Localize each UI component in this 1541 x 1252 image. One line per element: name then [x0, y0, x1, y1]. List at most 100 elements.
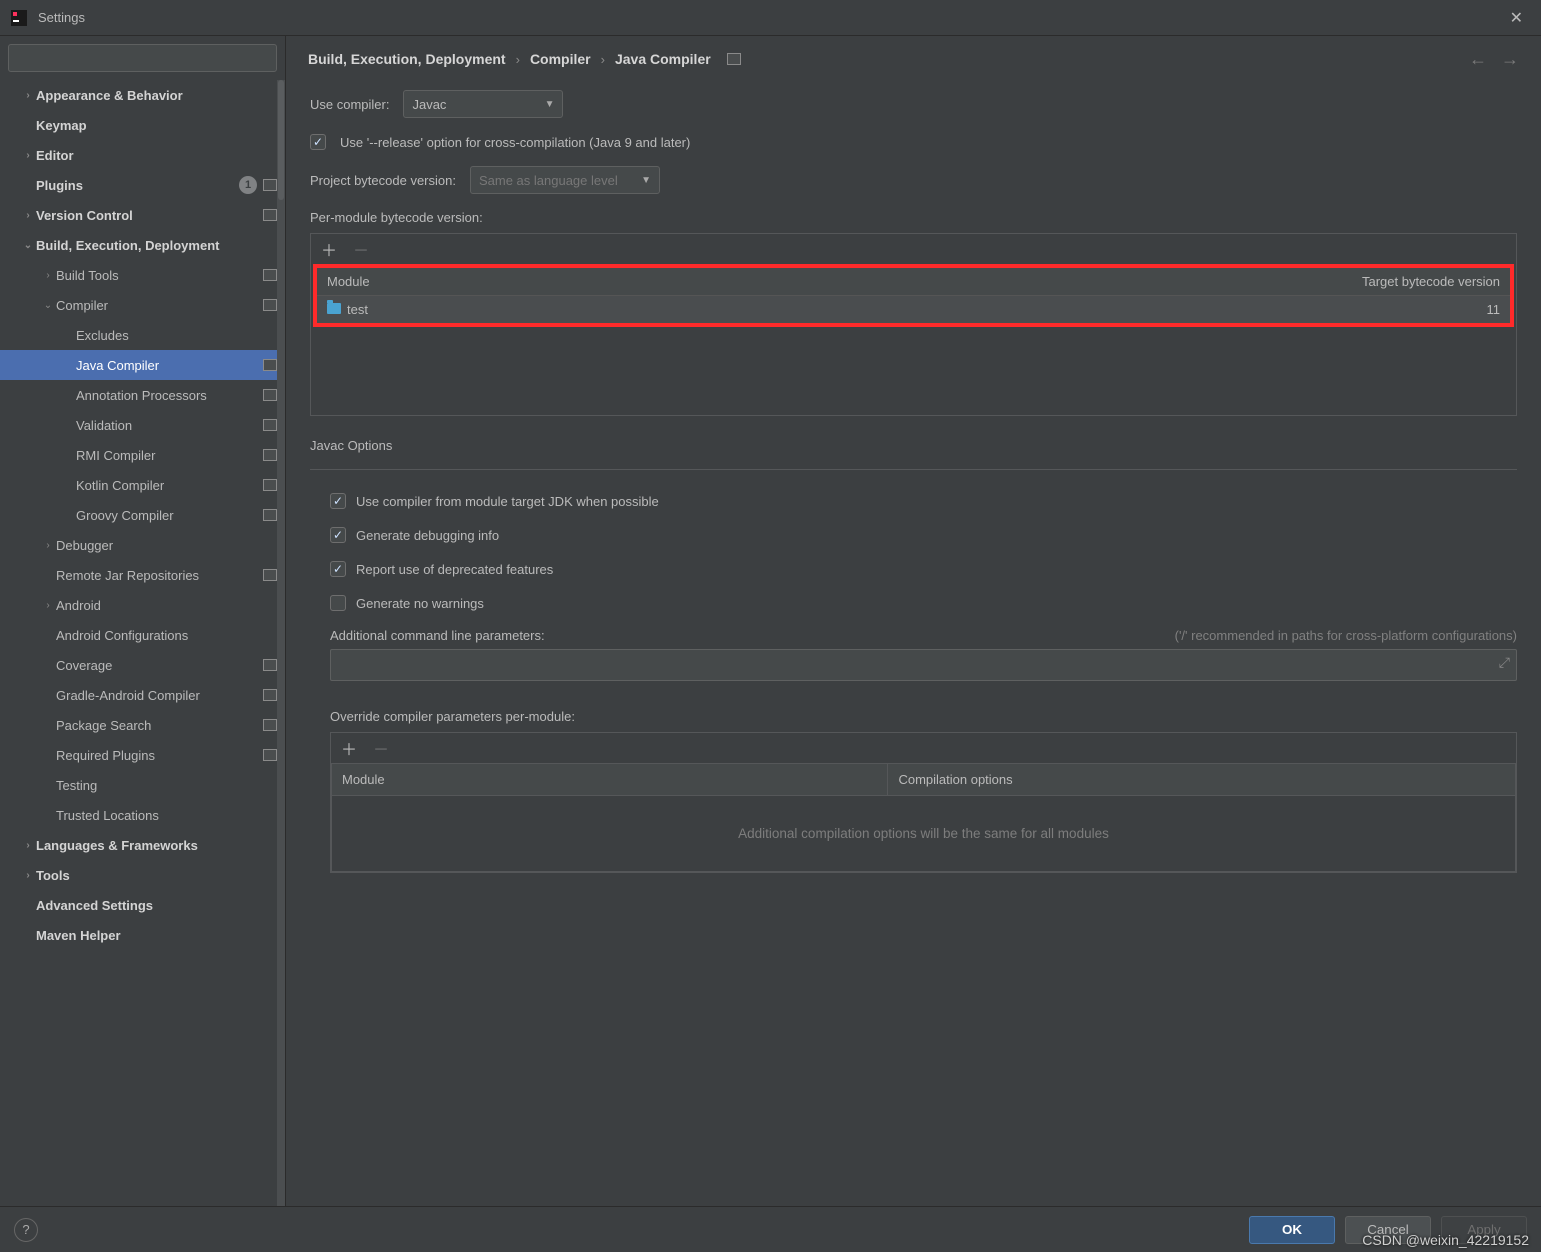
sidebar-item[interactable]: RMI Compiler	[0, 440, 285, 470]
sidebar-item[interactable]: Package Search	[0, 710, 285, 740]
sidebar-item[interactable]: Groovy Compiler	[0, 500, 285, 530]
use-compiler-label: Use compiler:	[310, 97, 389, 112]
opt-no-warnings-label: Generate no warnings	[356, 596, 484, 611]
add-override-button[interactable]: ＋	[341, 736, 357, 760]
sidebar-item[interactable]: ›Debugger	[0, 530, 285, 560]
settings-tree[interactable]: ›Appearance & BehaviorKeymap›EditorPlugi…	[0, 80, 285, 1206]
sidebar-item[interactable]: Maven Helper	[0, 920, 285, 950]
back-icon[interactable]: ←	[1469, 49, 1487, 70]
sidebar-item[interactable]: ›Editor	[0, 140, 285, 170]
per-module-label: Per-module bytecode version:	[310, 210, 1517, 225]
addl-params-input[interactable]: ⤢	[330, 649, 1517, 681]
project-bytecode-label: Project bytecode version:	[310, 173, 456, 188]
sidebar-item[interactable]: Plugins1	[0, 170, 285, 200]
sidebar-item[interactable]: Gradle-Android Compiler	[0, 680, 285, 710]
close-icon[interactable]: ✕	[1502, 4, 1531, 32]
remove-module-button[interactable]: －	[353, 237, 369, 261]
sidebar-item-label: Validation	[76, 418, 132, 433]
opt-debug-info-checkbox[interactable]	[330, 527, 346, 543]
chevron-icon: ›	[20, 840, 36, 851]
crumb-2[interactable]: Compiler	[530, 51, 591, 67]
sidebar-item-label: Package Search	[56, 718, 151, 733]
addl-params-hint: ('/' recommended in paths for cross-plat…	[1175, 628, 1517, 643]
scope-icon	[263, 389, 277, 401]
opt-no-warnings-checkbox[interactable]	[330, 595, 346, 611]
sidebar-item-label: Required Plugins	[56, 748, 155, 763]
table-row[interactable]: test 11	[317, 296, 1510, 324]
override-col-options: Compilation options	[888, 764, 1516, 796]
scope-icon	[263, 659, 277, 671]
chevron-down-icon: ▼	[641, 175, 651, 186]
sidebar-item[interactable]: Kotlin Compiler	[0, 470, 285, 500]
sidebar-item[interactable]: Testing	[0, 770, 285, 800]
sidebar-item[interactable]: ›Tools	[0, 860, 285, 890]
help-button[interactable]: ?	[14, 1218, 38, 1242]
sidebar-item[interactable]: Required Plugins	[0, 740, 285, 770]
sidebar-item[interactable]: Android Configurations	[0, 620, 285, 650]
opt-module-jdk-label: Use compiler from module target JDK when…	[356, 494, 659, 509]
chevron-icon: ⌄	[20, 240, 36, 251]
sidebar-item[interactable]: Coverage	[0, 650, 285, 680]
forward-icon[interactable]: →	[1501, 49, 1519, 70]
sidebar-item-label: Gradle-Android Compiler	[56, 688, 200, 703]
sidebar-item-label: Annotation Processors	[76, 388, 207, 403]
scope-icon	[263, 719, 277, 731]
sidebar-item-label: Android	[56, 598, 101, 613]
use-compiler-value: Javac	[412, 97, 446, 112]
sidebar-item[interactable]: ›Languages & Frameworks	[0, 830, 285, 860]
project-bytecode-combo[interactable]: Same as language level ▼	[470, 166, 660, 194]
sidebar-item[interactable]: Keymap	[0, 110, 285, 140]
update-badge: 1	[239, 176, 257, 194]
add-module-button[interactable]: ＋	[321, 237, 337, 261]
sidebar-item[interactable]: ⌄Compiler	[0, 290, 285, 320]
chevron-icon: ›	[40, 600, 56, 611]
sidebar-item-label: Kotlin Compiler	[76, 478, 164, 493]
expand-icon[interactable]: ⤢	[1499, 654, 1510, 671]
use-compiler-combo[interactable]: Javac ▼	[403, 90, 563, 118]
sidebar-item[interactable]: ⌄Build, Execution, Deployment	[0, 230, 285, 260]
scope-icon	[263, 419, 277, 431]
opt-module-jdk-checkbox[interactable]	[330, 493, 346, 509]
module-name: test	[347, 302, 368, 317]
crumb-1[interactable]: Build, Execution, Deployment	[308, 51, 506, 67]
sidebar-item[interactable]: Trusted Locations	[0, 800, 285, 830]
sidebar-item[interactable]: ›Appearance & Behavior	[0, 80, 285, 110]
chevron-icon: ⌄	[40, 300, 56, 311]
scope-icon	[263, 179, 277, 191]
sidebar-item[interactable]: ›Version Control	[0, 200, 285, 230]
sidebar-item-label: Compiler	[56, 298, 108, 313]
chevron-icon: ›	[20, 90, 36, 101]
chevron-icon: ›	[20, 210, 36, 221]
search-input[interactable]	[8, 44, 277, 72]
sidebar-item[interactable]: Validation	[0, 410, 285, 440]
remove-override-button[interactable]: －	[373, 736, 389, 760]
sidebar-item[interactable]: ›Build Tools	[0, 260, 285, 290]
sidebar-item-label: Debugger	[56, 538, 113, 553]
sidebar-item[interactable]: Advanced Settings	[0, 890, 285, 920]
sidebar-item-label: Advanced Settings	[36, 898, 153, 913]
sidebar-item-label: RMI Compiler	[76, 448, 155, 463]
release-option-checkbox[interactable]	[310, 134, 326, 150]
chevron-icon: ›	[40, 270, 56, 281]
cancel-button[interactable]: Cancel	[1345, 1216, 1431, 1244]
override-panel: ＋ － Module Compilation options Additiona…	[330, 732, 1517, 873]
chevron-icon: ›	[40, 540, 56, 551]
sidebar-item-label: Editor	[36, 148, 74, 163]
override-table[interactable]: Module Compilation options	[331, 763, 1516, 796]
opt-deprecated-checkbox[interactable]	[330, 561, 346, 577]
ok-button[interactable]: OK	[1249, 1216, 1335, 1244]
sidebar-item[interactable]: Java Compiler	[0, 350, 285, 380]
sidebar-item-label: Android Configurations	[56, 628, 188, 643]
per-module-panel: ＋ － Module Target bytecode version test …	[310, 233, 1517, 416]
sidebar-item-label: Java Compiler	[76, 358, 159, 373]
sidebar-item[interactable]: ›Android	[0, 590, 285, 620]
scope-icon	[263, 209, 277, 221]
release-option-label: Use '--release' option for cross-compila…	[340, 135, 690, 150]
apply-button[interactable]: Apply	[1441, 1216, 1527, 1244]
sidebar-item-label: Tools	[36, 868, 70, 883]
sidebar-item[interactable]: Annotation Processors	[0, 380, 285, 410]
module-bytecode-table[interactable]: Module Target bytecode version test 11	[317, 268, 1510, 323]
sidebar-scrollbar[interactable]	[277, 80, 285, 1206]
sidebar-item[interactable]: Excludes	[0, 320, 285, 350]
sidebar-item[interactable]: Remote Jar Repositories	[0, 560, 285, 590]
